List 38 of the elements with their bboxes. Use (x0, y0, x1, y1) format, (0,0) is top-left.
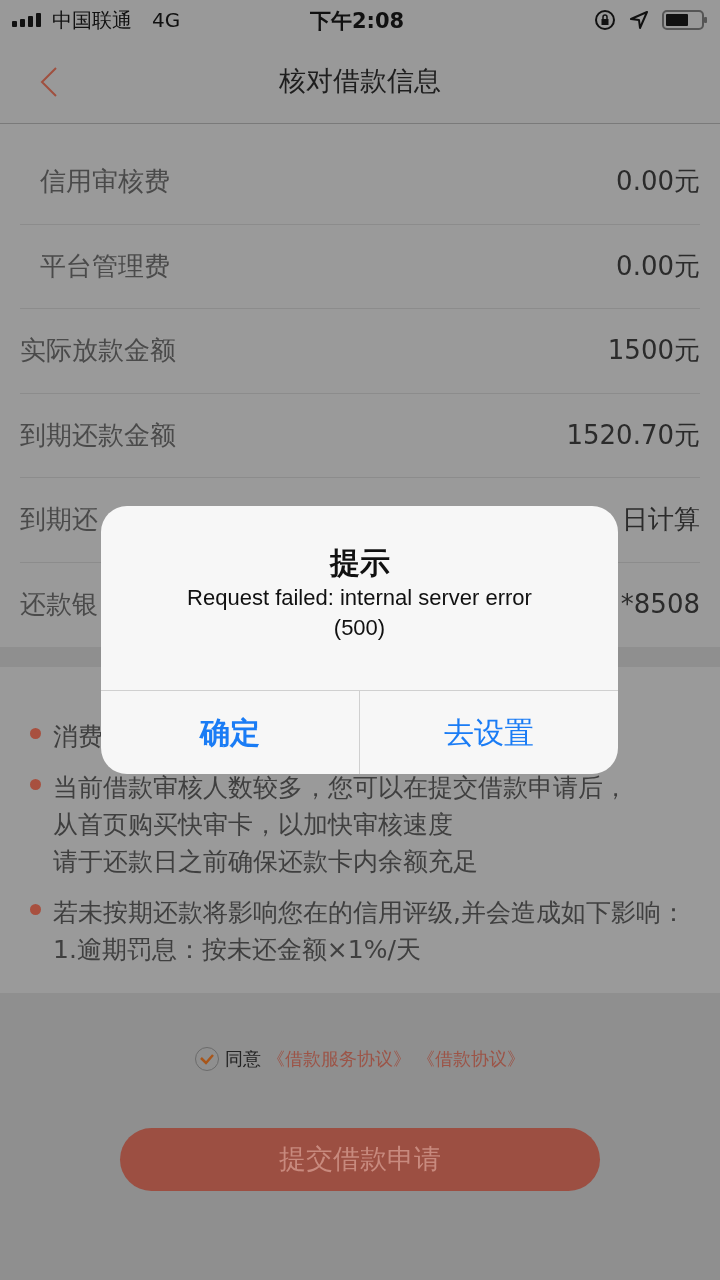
bullet-icon (30, 779, 41, 790)
row-value: 0.00元 (616, 165, 700, 199)
carrier-name: 中国联通 (52, 7, 132, 34)
dialog-message: Request failed: internal server error (500) (186, 584, 533, 642)
agree-label: 同意 (225, 1047, 261, 1071)
agreement-link[interactable]: 《借款服务协议》 (267, 1045, 411, 1072)
chevron-left-icon (40, 66, 58, 98)
row-label: 到期还款金额 (20, 418, 176, 452)
dialog-title: 提示 (329, 544, 390, 582)
note-text: 1.逾期罚息：按未还金额×1%/天 (53, 934, 421, 966)
row-label: 还款银 (20, 588, 98, 622)
clock-time: 下午2:08 (310, 8, 405, 35)
row-value: 日计算 (622, 503, 700, 537)
row-label: 实际放款金额 (20, 334, 176, 368)
note-text: 从首页购买快审卡，以加快审核速度 (53, 809, 453, 841)
row-label: 到期还 (20, 503, 98, 537)
note-text: 当前借款审核人数较多，您可以在提交借款申请后， (53, 772, 628, 804)
note-text: 消费 (53, 721, 103, 753)
battery-icon (662, 9, 708, 31)
row-label: 信用审核费 (39, 165, 170, 199)
row-label: 平台管理费 (39, 249, 170, 283)
note-text: 若未按期还款将影响您在的信用评级,并会造成如下影响： (53, 897, 686, 929)
row-value: *8508 (620, 588, 700, 622)
dialog-button[interactable]: 去设置 (359, 691, 618, 774)
check-icon (199, 1052, 215, 1065)
agreement-link[interactable]: 《借款协议》 (417, 1045, 525, 1072)
row-value: 0.00元 (616, 249, 700, 283)
row-value: 1520.70元 (566, 418, 700, 452)
location-arrow-icon (630, 11, 648, 29)
row-value: 1500元 (607, 334, 700, 368)
page-title: 核对借款信息 (279, 64, 441, 99)
bullet-icon (30, 904, 41, 915)
submit-button[interactable]: 提交借款申请 (120, 1128, 600, 1191)
bullet-icon (30, 728, 41, 739)
network-type: 4G (152, 7, 181, 34)
note-text: 请于还款日之前确保还款卡内余额充足 (53, 846, 478, 878)
dialog-button[interactable]: 确定 (101, 691, 359, 774)
rotation-lock-icon (594, 9, 616, 31)
